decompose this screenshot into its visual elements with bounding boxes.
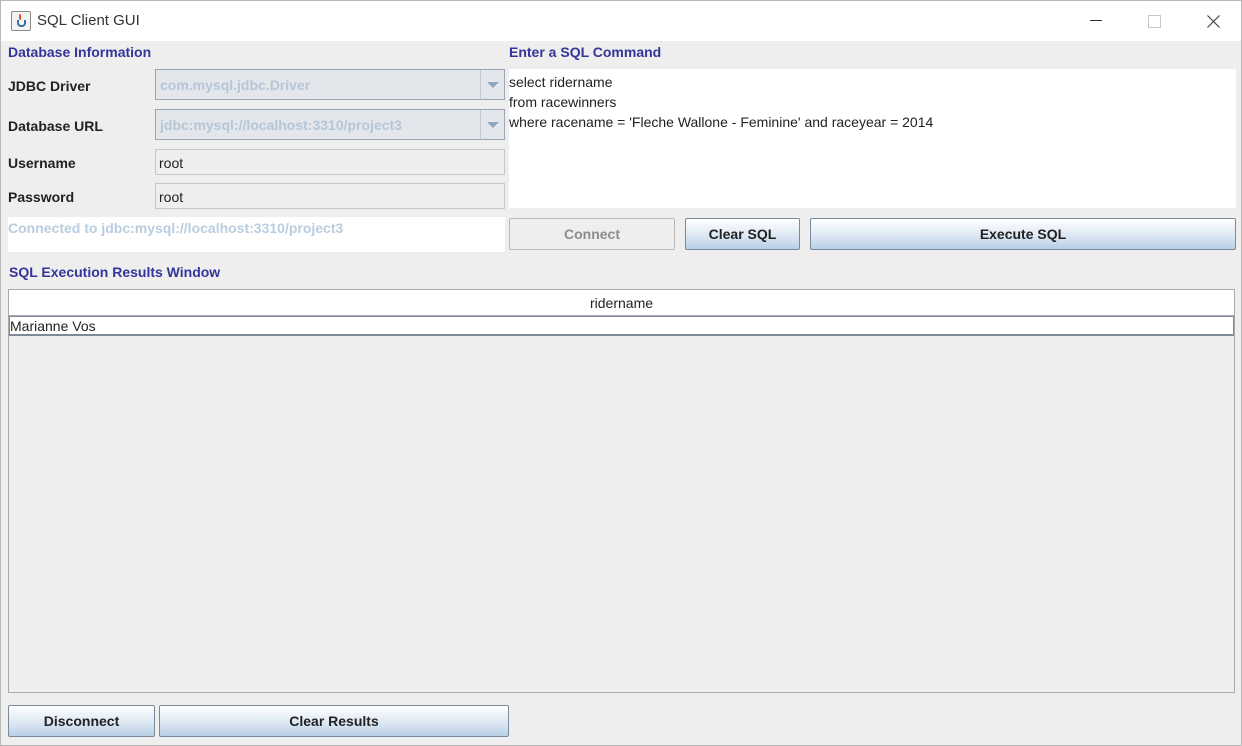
clear-results-button[interactable]: Clear Results xyxy=(159,705,509,737)
java-app-icon xyxy=(11,11,31,31)
title-bar: SQL Client GUI xyxy=(1,1,1241,41)
connection-status-box: Connected to jdbc:mysql://localhost:3310… xyxy=(8,217,505,252)
close-button[interactable] xyxy=(1183,1,1241,41)
sql-line: where racename = 'Fleche Wallone - Femin… xyxy=(509,114,934,130)
column-header-ridername[interactable]: ridername xyxy=(9,290,1234,316)
chevron-down-icon[interactable] xyxy=(480,70,504,99)
password-label: Password xyxy=(8,189,75,205)
sql-command-textarea[interactable]: select ridername from racewinners where … xyxy=(509,69,1236,208)
jdbc-driver-combobox[interactable]: com.mysql.jdbc.Driver xyxy=(155,69,505,100)
connection-status-text: Connected to jdbc:mysql://localhost:3310… xyxy=(8,220,344,236)
jdbc-driver-label: JDBC Driver xyxy=(8,78,91,94)
table-row[interactable]: Marianne Vos xyxy=(9,316,1234,336)
username-label: Username xyxy=(8,155,76,171)
sql-line: select ridername xyxy=(509,74,613,90)
database-url-label: Database URL xyxy=(8,118,103,134)
username-field[interactable]: root xyxy=(155,149,505,175)
database-url-value: jdbc:mysql://localhost:3310/project3 xyxy=(160,117,402,133)
disconnect-button[interactable]: Disconnect xyxy=(8,705,155,737)
results-table[interactable]: ridername Marianne Vos xyxy=(8,289,1235,693)
clear-sql-button[interactable]: Clear SQL xyxy=(685,218,800,250)
password-field[interactable]: root xyxy=(155,183,505,209)
window-title: SQL Client GUI xyxy=(37,12,140,29)
maximize-button[interactable] xyxy=(1125,1,1183,41)
database-information-title: Database Information xyxy=(8,44,152,60)
execute-sql-button[interactable]: Execute SQL xyxy=(810,218,1236,250)
connect-button[interactable]: Connect xyxy=(509,218,675,250)
sql-command-title: Enter a SQL Command xyxy=(509,44,662,60)
results-window-title: SQL Execution Results Window xyxy=(9,264,221,280)
jdbc-driver-value: com.mysql.jdbc.Driver xyxy=(160,77,311,93)
sql-client-window: SQL Client GUI Database Information JDBC… xyxy=(0,0,1242,746)
sql-line: from racewinners xyxy=(509,94,617,110)
chevron-down-icon[interactable] xyxy=(480,110,504,139)
database-url-combobox[interactable]: jdbc:mysql://localhost:3310/project3 xyxy=(155,109,505,140)
minimize-button[interactable] xyxy=(1067,1,1125,41)
table-cell: Marianne Vos xyxy=(10,318,96,334)
